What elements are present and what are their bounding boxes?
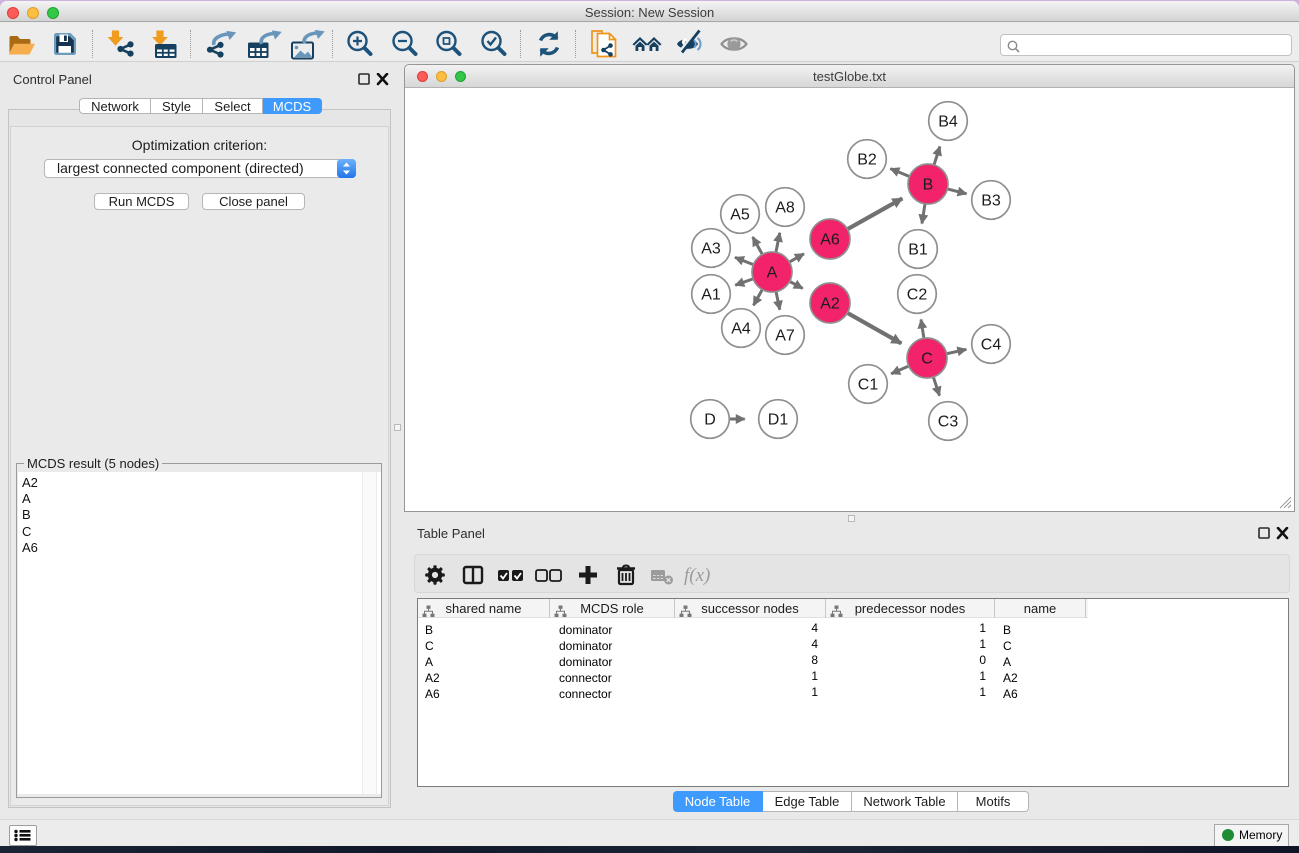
svg-text:C3: C3 <box>938 414 959 431</box>
svg-text:B3: B3 <box>981 193 1001 210</box>
svg-text:A5: A5 <box>730 207 750 224</box>
svg-text:B1: B1 <box>908 242 928 259</box>
svg-text:A2: A2 <box>820 296 840 313</box>
svg-text:A4: A4 <box>731 321 751 338</box>
svg-text:D1: D1 <box>768 412 789 429</box>
svg-text:A8: A8 <box>775 200 795 217</box>
svg-text:Memory: Memory <box>1239 828 1282 842</box>
svg-text:f(x): f(x) <box>684 565 710 586</box>
svg-text:C2: C2 <box>907 287 928 304</box>
svg-text:A3: A3 <box>701 241 721 258</box>
svg-text:A1: A1 <box>701 287 721 304</box>
svg-text:D: D <box>704 412 716 429</box>
svg-text:C1: C1 <box>858 377 879 394</box>
svg-text:C4: C4 <box>981 337 1002 354</box>
svg-text:A7: A7 <box>775 328 795 345</box>
svg-text:B4: B4 <box>938 114 958 131</box>
svg-text:B2: B2 <box>857 152 877 169</box>
svg-text:A6: A6 <box>820 232 840 249</box>
svg-text:B: B <box>923 177 934 194</box>
svg-text:A: A <box>767 265 778 282</box>
svg-text:C: C <box>921 351 933 368</box>
